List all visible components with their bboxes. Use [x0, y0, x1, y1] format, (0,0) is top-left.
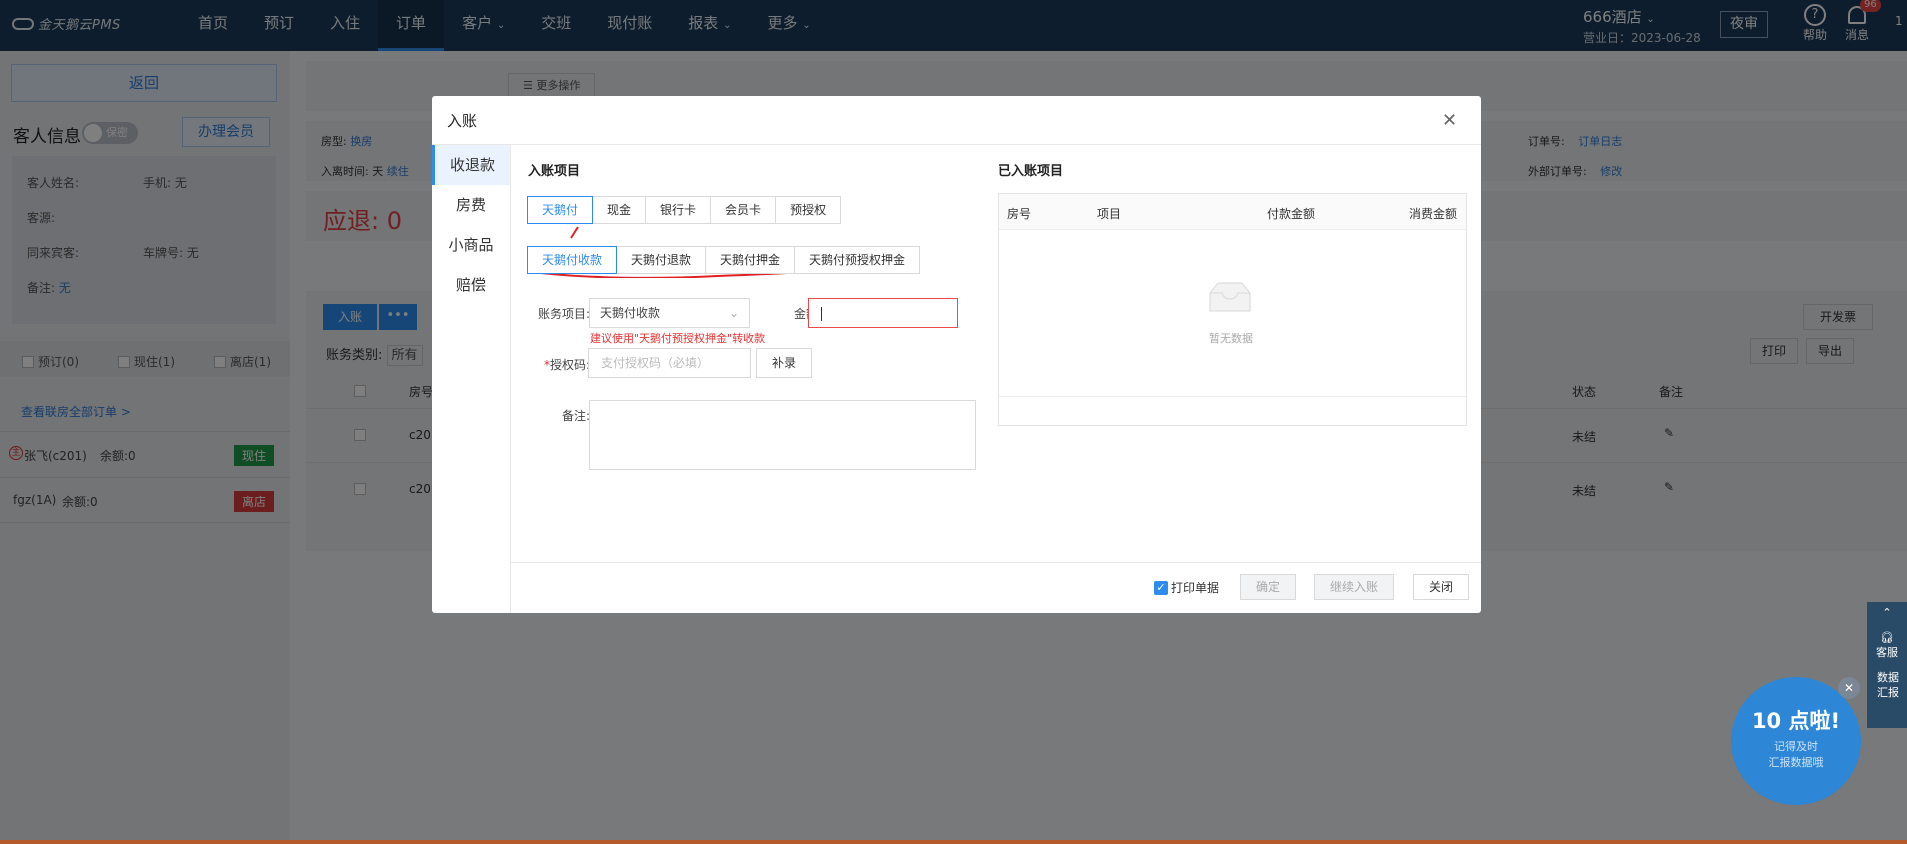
- sub-type-swan-preauth-deposit[interactable]: 天鹅付预授权押金: [794, 246, 921, 274]
- close-button[interactable]: 关闭: [1413, 574, 1469, 600]
- divider: [432, 144, 1481, 145]
- chevron-up-icon[interactable]: ⌃: [1867, 606, 1907, 619]
- divider: [511, 562, 1481, 563]
- sub-type-group: 天鹅付收款 天鹅付退款 天鹅付押金 天鹅付预授权押金: [527, 246, 921, 274]
- dialog-side-menu: 收退款 房费 小商品 赔偿: [432, 145, 511, 613]
- col-consumed: 消费金额: [1409, 207, 1458, 221]
- posted-items-title: 已入账项目: [998, 164, 1064, 179]
- sub-type-swan-receive[interactable]: 天鹅付收款: [527, 246, 618, 274]
- promo-title: 10 点啦!: [1751, 709, 1841, 733]
- col-room: 房号: [1007, 207, 1032, 221]
- auth-code-input[interactable]: 支付授权码（必填）: [588, 348, 751, 378]
- pay-type-bank-card[interactable]: 银行卡: [645, 196, 712, 224]
- text-cursor: [821, 306, 822, 321]
- check-icon: ✓: [1154, 580, 1168, 595]
- account-item-label: 账务项目:: [537, 307, 590, 321]
- side-tab-compensation[interactable]: 赔偿: [432, 265, 510, 305]
- pay-type-group: 天鹅付 现金 银行卡 会员卡 预授权: [527, 196, 842, 224]
- close-icon[interactable]: ✕: [1838, 677, 1860, 699]
- hint-text: 建议使用"天鹅付预授权押金"转收款: [590, 332, 766, 345]
- post-entry-dialog: 入账 ✕ 收退款 房费 小商品 赔偿 入账项目 天鹅付 现金 银行卡 会员卡 预…: [432, 96, 1481, 613]
- col-item: 项目: [1097, 207, 1122, 221]
- divider: [999, 396, 1466, 397]
- amount-input[interactable]: [808, 298, 958, 328]
- side-tab-payment[interactable]: 收退款: [432, 145, 510, 185]
- pay-type-member-card[interactable]: 会员卡: [710, 196, 777, 224]
- print-receipt-checkbox[interactable]: ✓ 打印单据: [1154, 579, 1219, 596]
- data-report-button[interactable]: 数据汇报: [1875, 670, 1901, 700]
- post-items-title: 入账项目: [528, 164, 581, 179]
- remark-label: 备注:: [561, 409, 590, 423]
- confirm-button[interactable]: 确定: [1240, 574, 1296, 600]
- service-side-panel: ⌃ 🎧︎ 客服 数据汇报: [1867, 602, 1907, 728]
- sub-type-swan-refund[interactable]: 天鹅付退款: [616, 246, 707, 274]
- col-paid: 付款金额: [1267, 207, 1316, 221]
- remark-textarea[interactable]: [589, 400, 976, 470]
- customer-service-button[interactable]: 客服: [1867, 644, 1907, 660]
- chevron-down-icon: ⌄: [728, 306, 739, 320]
- bottom-accent-bar: [0, 840, 1907, 844]
- side-tab-room-fee[interactable]: 房费: [432, 185, 510, 225]
- pay-type-preauth[interactable]: 预授权: [775, 196, 842, 224]
- empty-box-icon: [1209, 282, 1251, 312]
- pay-type-swan[interactable]: 天鹅付: [527, 196, 594, 224]
- promo-line: 汇报数据哦: [1768, 756, 1824, 769]
- headset-icon: 🎧︎: [1880, 631, 1894, 644]
- close-icon[interactable]: ✕: [1442, 110, 1457, 131]
- dialog-title: 入账: [447, 112, 478, 130]
- supplement-button[interactable]: 补录: [756, 348, 812, 378]
- posted-items-table: 房号 项目 付款金额 消费金额 暂无数据: [998, 193, 1467, 426]
- pay-type-cash[interactable]: 现金: [592, 196, 647, 224]
- promo-line: 记得及时: [1774, 740, 1818, 753]
- table-header: 房号 项目 付款金额 消费金额: [999, 194, 1466, 230]
- side-tab-goods[interactable]: 小商品: [432, 225, 510, 265]
- sub-type-swan-deposit[interactable]: 天鹅付押金: [705, 246, 796, 274]
- auth-code-label: *授权码:: [543, 358, 590, 372]
- continue-post-button[interactable]: 继续入账: [1314, 574, 1394, 600]
- empty-text: 暂无数据: [1209, 332, 1253, 345]
- account-item-select[interactable]: 天鹅付收款 ⌄: [589, 298, 750, 328]
